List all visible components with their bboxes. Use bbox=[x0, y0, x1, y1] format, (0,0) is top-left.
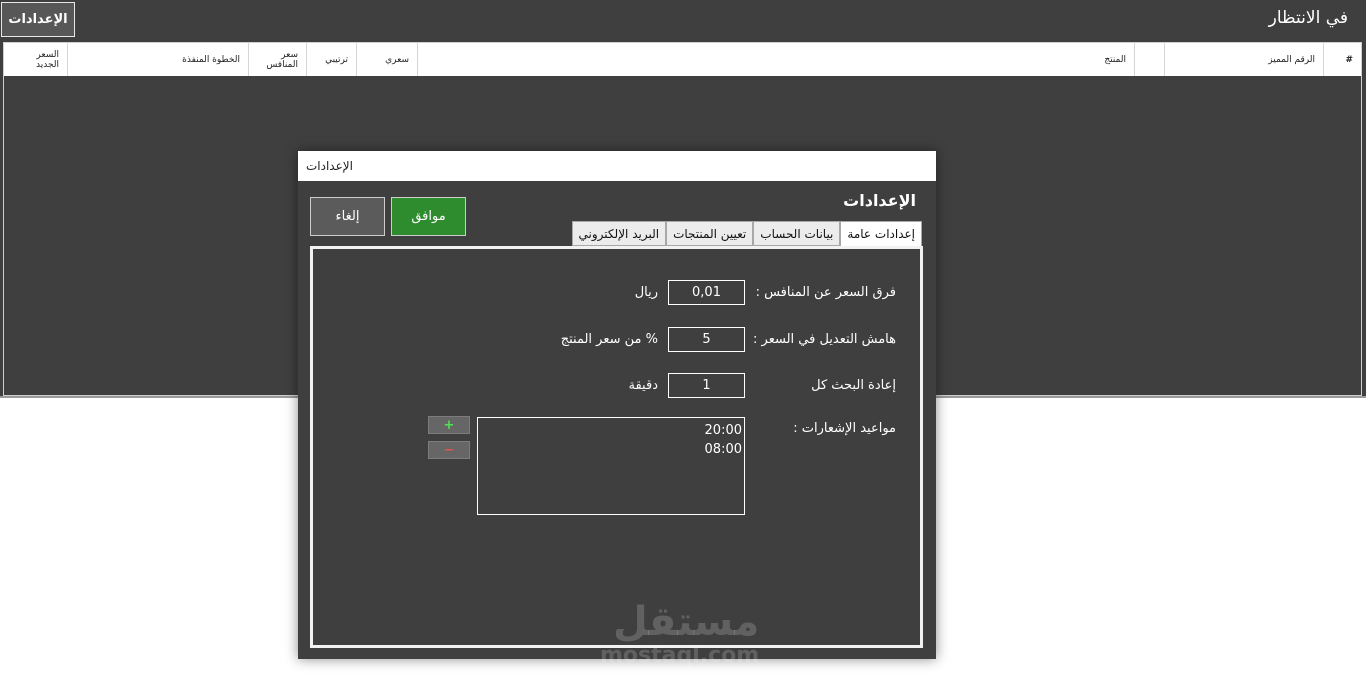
watermark-latin: mostaql.com bbox=[600, 643, 760, 668]
margin-input[interactable]: 5 bbox=[668, 327, 745, 352]
dialog-heading: الإعدادات bbox=[843, 191, 916, 210]
dialog-window-title: الإعدادات bbox=[306, 159, 353, 173]
refresh-interval-unit: دقيقة bbox=[628, 378, 658, 393]
column-header-product[interactable]: المنتج bbox=[417, 43, 1134, 76]
price-diff-label: فرق السعر عن المنافس : bbox=[755, 285, 896, 300]
column-header-hash[interactable]: # bbox=[1323, 43, 1361, 76]
column-header-new-price[interactable]: السعر الجديد bbox=[7, 43, 67, 76]
page-title: في الانتظار bbox=[1268, 8, 1348, 28]
refresh-interval-label: إعادة البحث كل bbox=[811, 378, 896, 393]
refresh-interval-input[interactable]: 1 bbox=[668, 373, 745, 398]
remove-time-button[interactable]: − bbox=[428, 441, 470, 459]
grid-header: # الرقم المميز المنتج سعري ترتيبي سعر ال… bbox=[4, 43, 1361, 76]
tab-account[interactable]: بيانات الحساب bbox=[753, 221, 841, 246]
column-header-step[interactable]: الخطوة المنفذة bbox=[67, 43, 248, 76]
plus-icon: + bbox=[443, 417, 455, 433]
settings-tabs: إعدادات عامة بيانات الحساب تعيين المنتجا… bbox=[571, 221, 922, 247]
column-header-blank[interactable] bbox=[1134, 43, 1164, 76]
column-header-competitor-price[interactable]: سعر المنافس bbox=[248, 43, 306, 76]
margin-label: هامش التعديل في السعر : bbox=[753, 332, 896, 347]
column-header-my-price[interactable]: سعري bbox=[356, 43, 417, 76]
tab-email[interactable]: البريد الإلكتروني bbox=[571, 221, 667, 246]
ok-button[interactable]: موافق bbox=[391, 197, 466, 236]
add-time-button[interactable]: + bbox=[428, 416, 470, 434]
price-diff-unit: ريال bbox=[634, 285, 658, 300]
dialog-titlebar[interactable]: الإعدادات bbox=[298, 151, 936, 181]
price-diff-input[interactable]: 0,01 bbox=[668, 280, 745, 305]
settings-button[interactable]: الإعدادات bbox=[1, 2, 75, 37]
margin-unit: % من سعر المنتج bbox=[560, 332, 658, 347]
watermark-arabic: مستقل bbox=[612, 599, 760, 645]
column-header-rank[interactable]: ترتيبي bbox=[306, 43, 356, 76]
watermark-logo: مستقل mostaql.com bbox=[600, 600, 759, 668]
general-settings-panel: فرق السعر عن المنافس : 0,01 ريال هامش ال… bbox=[310, 246, 923, 648]
cancel-button[interactable]: إلغاء bbox=[310, 197, 385, 236]
tab-products[interactable]: تعيين المنتجات bbox=[666, 221, 754, 246]
minus-icon: − bbox=[443, 442, 455, 458]
tab-general[interactable]: إعدادات عامة bbox=[840, 221, 922, 247]
column-header-id[interactable]: الرقم المميز bbox=[1164, 43, 1323, 76]
list-item[interactable]: 20:00 bbox=[478, 421, 742, 440]
notification-schedule-label: مواعيد الإشعارات : bbox=[793, 421, 896, 436]
notification-times-list[interactable]: 20:00 08:00 bbox=[477, 417, 745, 515]
list-item[interactable]: 08:00 bbox=[478, 440, 742, 459]
settings-dialog: الإعدادات الإعدادات موافق إلغاء إعدادات … bbox=[298, 151, 936, 659]
